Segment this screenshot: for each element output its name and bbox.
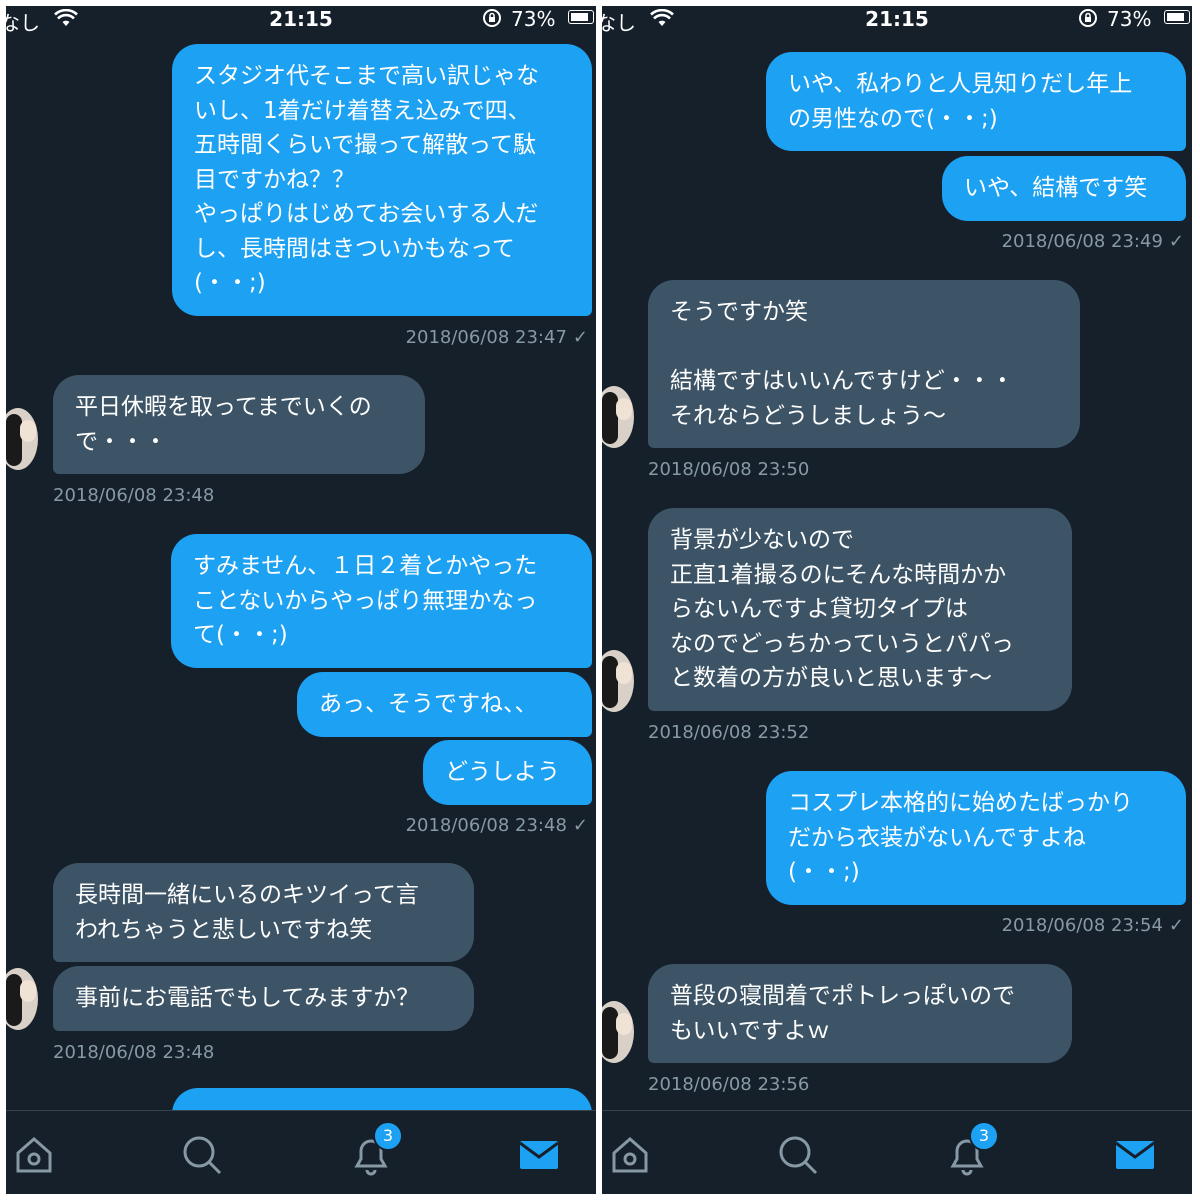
battery-percent: 73% bbox=[511, 7, 556, 31]
messages-icon[interactable] bbox=[517, 1133, 561, 1177]
message-sent[interactable]: いや、私わりと人見知りだし年上 の男性なので(・・;) bbox=[766, 52, 1186, 151]
message-sent[interactable]: いや、結構です笑 bbox=[942, 156, 1186, 221]
timestamp: 2018/06/08 23:48 bbox=[53, 1042, 215, 1063]
timestamp: 2018/06/08 23:48 bbox=[53, 485, 215, 506]
left-screen: なし 21:15 73% スタジオ代そこまで高い訳じゃな いし、1着だけ着替え込… bbox=[6, 6, 596, 1194]
read-check-icon: ✓ bbox=[1168, 915, 1184, 936]
message-received[interactable]: そうですか笑 結構ですはいいんですけど・・・ それならどうしましょう〜 bbox=[648, 280, 1080, 448]
message-received[interactable]: 平日休暇を取ってまでいくの で・・・ bbox=[53, 375, 425, 474]
timestamp: 2018/06/08 23:52 bbox=[648, 722, 810, 743]
message-sent[interactable]: どうしよう bbox=[423, 740, 592, 805]
avatar[interactable] bbox=[602, 650, 634, 712]
tab-bar: 3 bbox=[602, 1110, 1192, 1194]
rotation-lock-icon bbox=[482, 8, 502, 33]
right-screen: なし 21:15 73% いや、私わりと人見知りだし年上 の男性なので(・・;)… bbox=[602, 6, 1192, 1194]
battery-icon bbox=[568, 10, 594, 24]
notification-badge: 3 bbox=[373, 1121, 403, 1151]
message-sent[interactable]: スタジオ代そこまで高い訳じゃな いし、1着だけ着替え込みで四、 五時間くらいで撮… bbox=[172, 44, 592, 316]
read-check-icon: ✓ bbox=[572, 327, 588, 348]
message-sent[interactable]: すみません、１日２着とかやった ことないからやっぱり無理かなっ て(・・;) bbox=[171, 534, 592, 668]
tab-bar: 3 bbox=[6, 1110, 596, 1194]
timestamp: 2018/06/08 23:48 ✓ bbox=[405, 815, 588, 836]
message-received[interactable]: 普段の寝間着でポトレっぽいので もいいですよｗ bbox=[648, 964, 1072, 1063]
message-sent[interactable]: あっ、そうですね、、 bbox=[297, 672, 592, 737]
message-received[interactable]: 長時間一緒にいるのキツイって言 われちゃうと悲しいですね笑 bbox=[53, 863, 474, 962]
timestamp: 2018/06/08 23:56 bbox=[648, 1074, 810, 1095]
search-icon[interactable] bbox=[180, 1133, 224, 1177]
rotation-lock-icon bbox=[1078, 8, 1098, 33]
avatar[interactable] bbox=[602, 386, 634, 448]
status-bar: なし 21:15 73% bbox=[602, 6, 1192, 35]
message-received[interactable]: 背景が少ないので 正直1着撮るのにそんな時間かか らないんですよ貸切タイプは な… bbox=[648, 508, 1072, 711]
home-icon[interactable] bbox=[12, 1133, 56, 1177]
read-check-icon: ✓ bbox=[1168, 231, 1184, 252]
clock: 21:15 bbox=[269, 7, 333, 31]
avatar[interactable] bbox=[6, 408, 38, 470]
read-check-icon: ✓ bbox=[572, 815, 588, 836]
timestamp: 2018/06/08 23:54 ✓ bbox=[1001, 915, 1184, 936]
message-sent[interactable]: コスプレ本格的に始めたばっかり だから衣装がないんですよね (・・;) bbox=[766, 771, 1186, 905]
avatar[interactable] bbox=[602, 1001, 634, 1063]
home-icon[interactable] bbox=[608, 1133, 652, 1177]
timestamp: 2018/06/08 23:47 ✓ bbox=[405, 327, 588, 348]
messages-icon[interactable] bbox=[1113, 1133, 1157, 1177]
notification-badge: 3 bbox=[969, 1121, 999, 1151]
avatar[interactable] bbox=[6, 968, 38, 1030]
search-icon[interactable] bbox=[776, 1133, 820, 1177]
notifications-tab[interactable]: 3 bbox=[945, 1121, 999, 1177]
clock: 21:15 bbox=[865, 7, 929, 31]
notifications-tab[interactable]: 3 bbox=[349, 1121, 403, 1177]
timestamp: 2018/06/08 23:50 bbox=[648, 459, 810, 480]
battery-percent: 73% bbox=[1107, 7, 1152, 31]
battery-icon bbox=[1164, 10, 1190, 24]
message-received[interactable]: 事前にお電話でもしてみますか？ bbox=[53, 966, 474, 1031]
status-bar: なし 21:15 73% bbox=[6, 6, 596, 35]
timestamp: 2018/06/08 23:49 ✓ bbox=[1001, 231, 1184, 252]
